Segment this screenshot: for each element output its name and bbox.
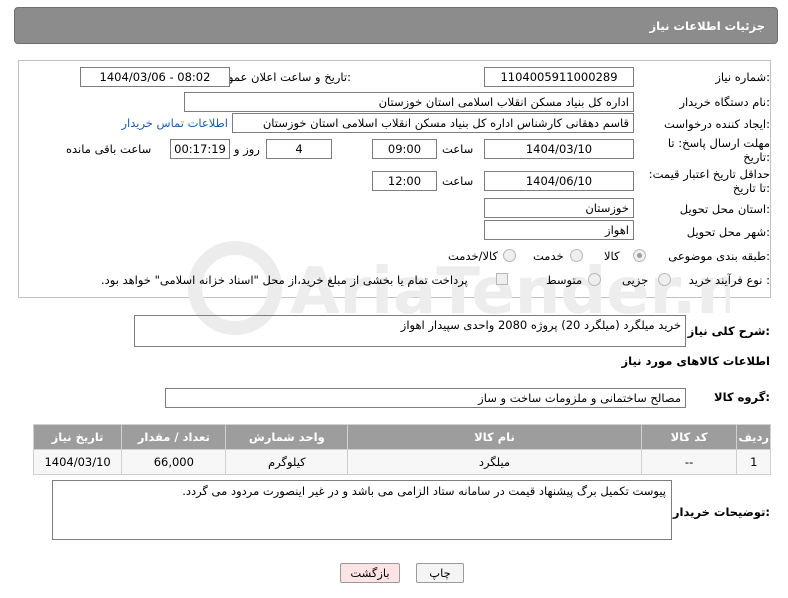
validity-date-field: 1404/06/10	[484, 171, 634, 191]
page-title: جزئیات اطلاعات نیاز	[649, 19, 765, 33]
cell-row-number: 1	[736, 449, 771, 475]
cell-quantity: 66,000	[121, 449, 227, 475]
process-label: نوع فرآیند خرید :	[688, 273, 770, 287]
validity-time-field: 12:00	[372, 171, 437, 191]
days-label: روز و	[234, 142, 260, 156]
announce-datetime-field: 1404/03/06 - 08:02	[80, 67, 230, 87]
process-radio-medium[interactable]	[588, 273, 601, 286]
price-validity-label: حداقل تاریخ اعتبار قیمت: تا تاریخ:	[648, 167, 770, 195]
buyer-notes-text: پیوست تکمیل برگ پیشنهاد قیمت در سامانه س…	[182, 484, 666, 498]
days-remaining-field: 4	[266, 139, 332, 159]
remaining-time-label: ساعت باقی مانده	[66, 142, 152, 156]
province-field: خوزستان	[484, 198, 634, 218]
page-header: جزئیات اطلاعات نیاز	[14, 7, 778, 44]
cell-need-date: 1404/03/10	[32, 449, 123, 475]
cell-code: --	[640, 449, 738, 475]
buyer-org-field: اداره کل بنیاد مسکن انقلاب اسلامی استان …	[184, 92, 634, 112]
goods-table-header: ردیف کد کالا نام کالا واحد شمارش تعداد /…	[32, 424, 771, 450]
category-radio-goods[interactable]	[633, 249, 646, 262]
reply-date-field: 1404/03/10	[484, 139, 634, 159]
goods-table: ردیف کد کالا نام کالا واحد شمارش تعداد /…	[32, 424, 771, 475]
goods-section-title: اطلاعات کالاهای مورد نیاز	[621, 354, 770, 368]
category-option-goods-service: کالا/خدمت	[448, 249, 499, 263]
category-option-service: خدمت	[533, 249, 564, 263]
buyer-contact-link[interactable]: اطلاعات تماس خریدار	[121, 116, 228, 130]
col-header-code: کد کالا	[640, 424, 738, 450]
city-label: شهر محل تحویل:	[686, 225, 770, 239]
process-option-medium: متوسط	[546, 273, 583, 287]
category-label: طبقه بندی موضوعی:	[668, 249, 770, 263]
remaining-time-field: 00:17:19	[170, 139, 230, 159]
goods-group-label: گروه کالا:	[714, 390, 770, 404]
reply-time-label: ساعت	[442, 142, 474, 156]
validity-time-label: ساعت	[442, 174, 474, 188]
description-text: خرید میلگرد (میلگرد 20) پروژه 2080 واحدی…	[400, 318, 681, 332]
reply-deadline-label: مهلت ارسال پاسخ: تا تاریخ:	[667, 136, 770, 164]
col-header-name: نام کالا	[347, 424, 642, 450]
process-radio-minor[interactable]	[658, 273, 671, 286]
process-option-minor: جزیی	[622, 273, 649, 287]
description-label: شرح کلی نیاز:	[687, 324, 770, 338]
treasury-payment-note: پرداخت تمام یا بخشی از مبلغ خرید،از محل …	[101, 273, 468, 287]
creator-field: قاسم دهقانی کارشناس اداره کل بنیاد مسکن …	[232, 113, 634, 133]
cell-name: میلگرد	[347, 449, 642, 475]
col-header-unit: واحد شمارش	[225, 424, 349, 450]
creator-label: ایجاد کننده درخواست:	[664, 117, 770, 131]
table-row: 1 -- میلگرد کیلوگرم 66,000 1404/03/10	[32, 449, 771, 475]
city-field: اهواز	[484, 220, 634, 240]
treasury-payment-checkbox[interactable]	[496, 273, 508, 285]
col-header-row-number: ردیف	[736, 424, 771, 450]
buyer-notes-textarea: پیوست تکمیل برگ پیشنهاد قیمت در سامانه س…	[52, 480, 672, 540]
category-radio-service[interactable]	[570, 249, 583, 262]
buyer-notes-label: توضیحات خریدار:	[672, 505, 770, 519]
col-header-quantity: تعداد / مقدار	[121, 424, 227, 450]
col-header-need-date: تاریخ نیاز	[32, 424, 123, 450]
print-button[interactable]: چاپ	[416, 563, 464, 583]
category-radio-goods-service[interactable]	[503, 249, 516, 262]
reply-time-field: 09:00	[372, 139, 437, 159]
buyer-org-label: نام دستگاه خریدار:	[679, 95, 770, 109]
description-textarea: خرید میلگرد (میلگرد 20) پروژه 2080 واحدی…	[134, 315, 686, 347]
announce-label: تاریخ و ساعت اعلان عمومی:	[212, 70, 351, 84]
need-number-label: شماره نیاز:	[715, 70, 770, 84]
need-number-field: 1104005911000289	[484, 67, 634, 87]
goods-group-field: مصالح ساختمانی و ملزومات ساخت و ساز	[165, 388, 686, 408]
province-label: استان محل تحویل:	[679, 202, 770, 216]
cell-unit: کیلوگرم	[225, 449, 349, 475]
category-option-goods: کالا	[604, 249, 620, 263]
back-button[interactable]: بازگشت	[340, 563, 400, 583]
